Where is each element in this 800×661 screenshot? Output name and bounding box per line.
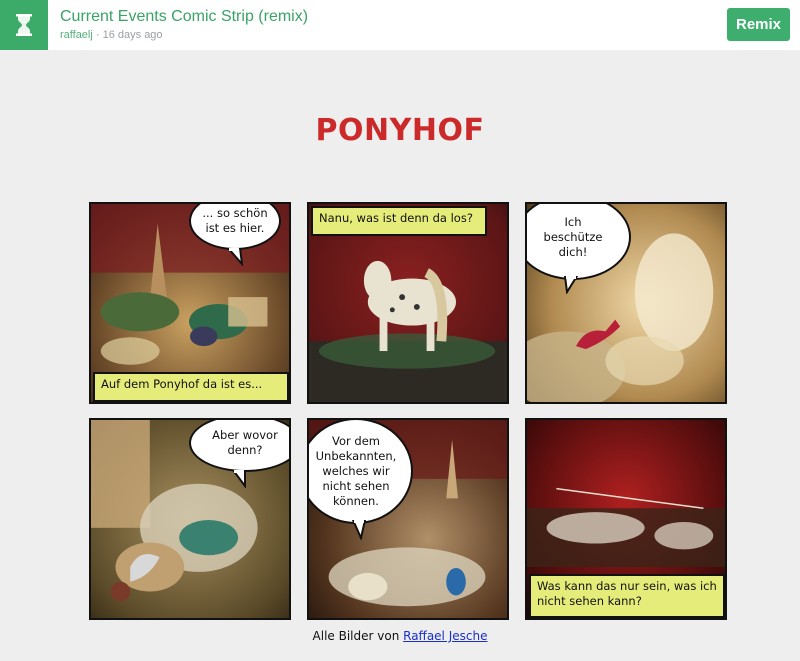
top-bar: Current Events Comic Strip (remix) raffa…: [0, 0, 800, 50]
timestamp: 16 days ago: [102, 29, 163, 41]
image-credit: Alle Bilder von Raffael Jesche: [0, 629, 800, 643]
hourglass-icon: [16, 14, 32, 36]
app-logo[interactable]: [0, 0, 48, 50]
comic-title: PONYHOF: [315, 113, 485, 148]
comic-panel-5: Vor dem Unbekannten, welches wir nicht s…: [307, 418, 509, 620]
speech-bubble-tail: [351, 520, 367, 540]
credit-prefix: Alle Bilder von: [312, 629, 404, 643]
remix-button[interactable]: Remix: [727, 8, 790, 41]
speech-bubble-tail: [226, 248, 244, 266]
credit-link[interactable]: Raffael Jesche: [403, 629, 487, 643]
author-link[interactable]: raffaelj: [60, 29, 93, 41]
caption-box: Auf dem Ponyhof da ist es...: [93, 372, 289, 402]
caption-box: Nanu, was ist denn da los?: [311, 206, 487, 236]
comic-panel-6: Was kann das nur sein, was ich nicht seh…: [525, 418, 727, 620]
speech-bubble-tail: [563, 276, 579, 294]
comic-panel-2: Nanu, was ist denn da los?: [307, 202, 509, 404]
speech-bubble-tail: [231, 470, 246, 488]
project-title[interactable]: Current Events Comic Strip (remix): [60, 8, 308, 26]
comic-panel-1: ... so schön ist es hier. Auf dem Ponyho…: [89, 202, 291, 404]
project-meta: raffaelj · 16 days ago: [60, 29, 163, 41]
comic-panel-3: Ich beschütze dich!: [525, 202, 727, 404]
caption-box: Was kann das nur sein, was ich nicht seh…: [529, 574, 725, 618]
meta-separator: ·: [92, 29, 103, 41]
comic-panel-4: Aber wovor denn?: [89, 418, 291, 620]
